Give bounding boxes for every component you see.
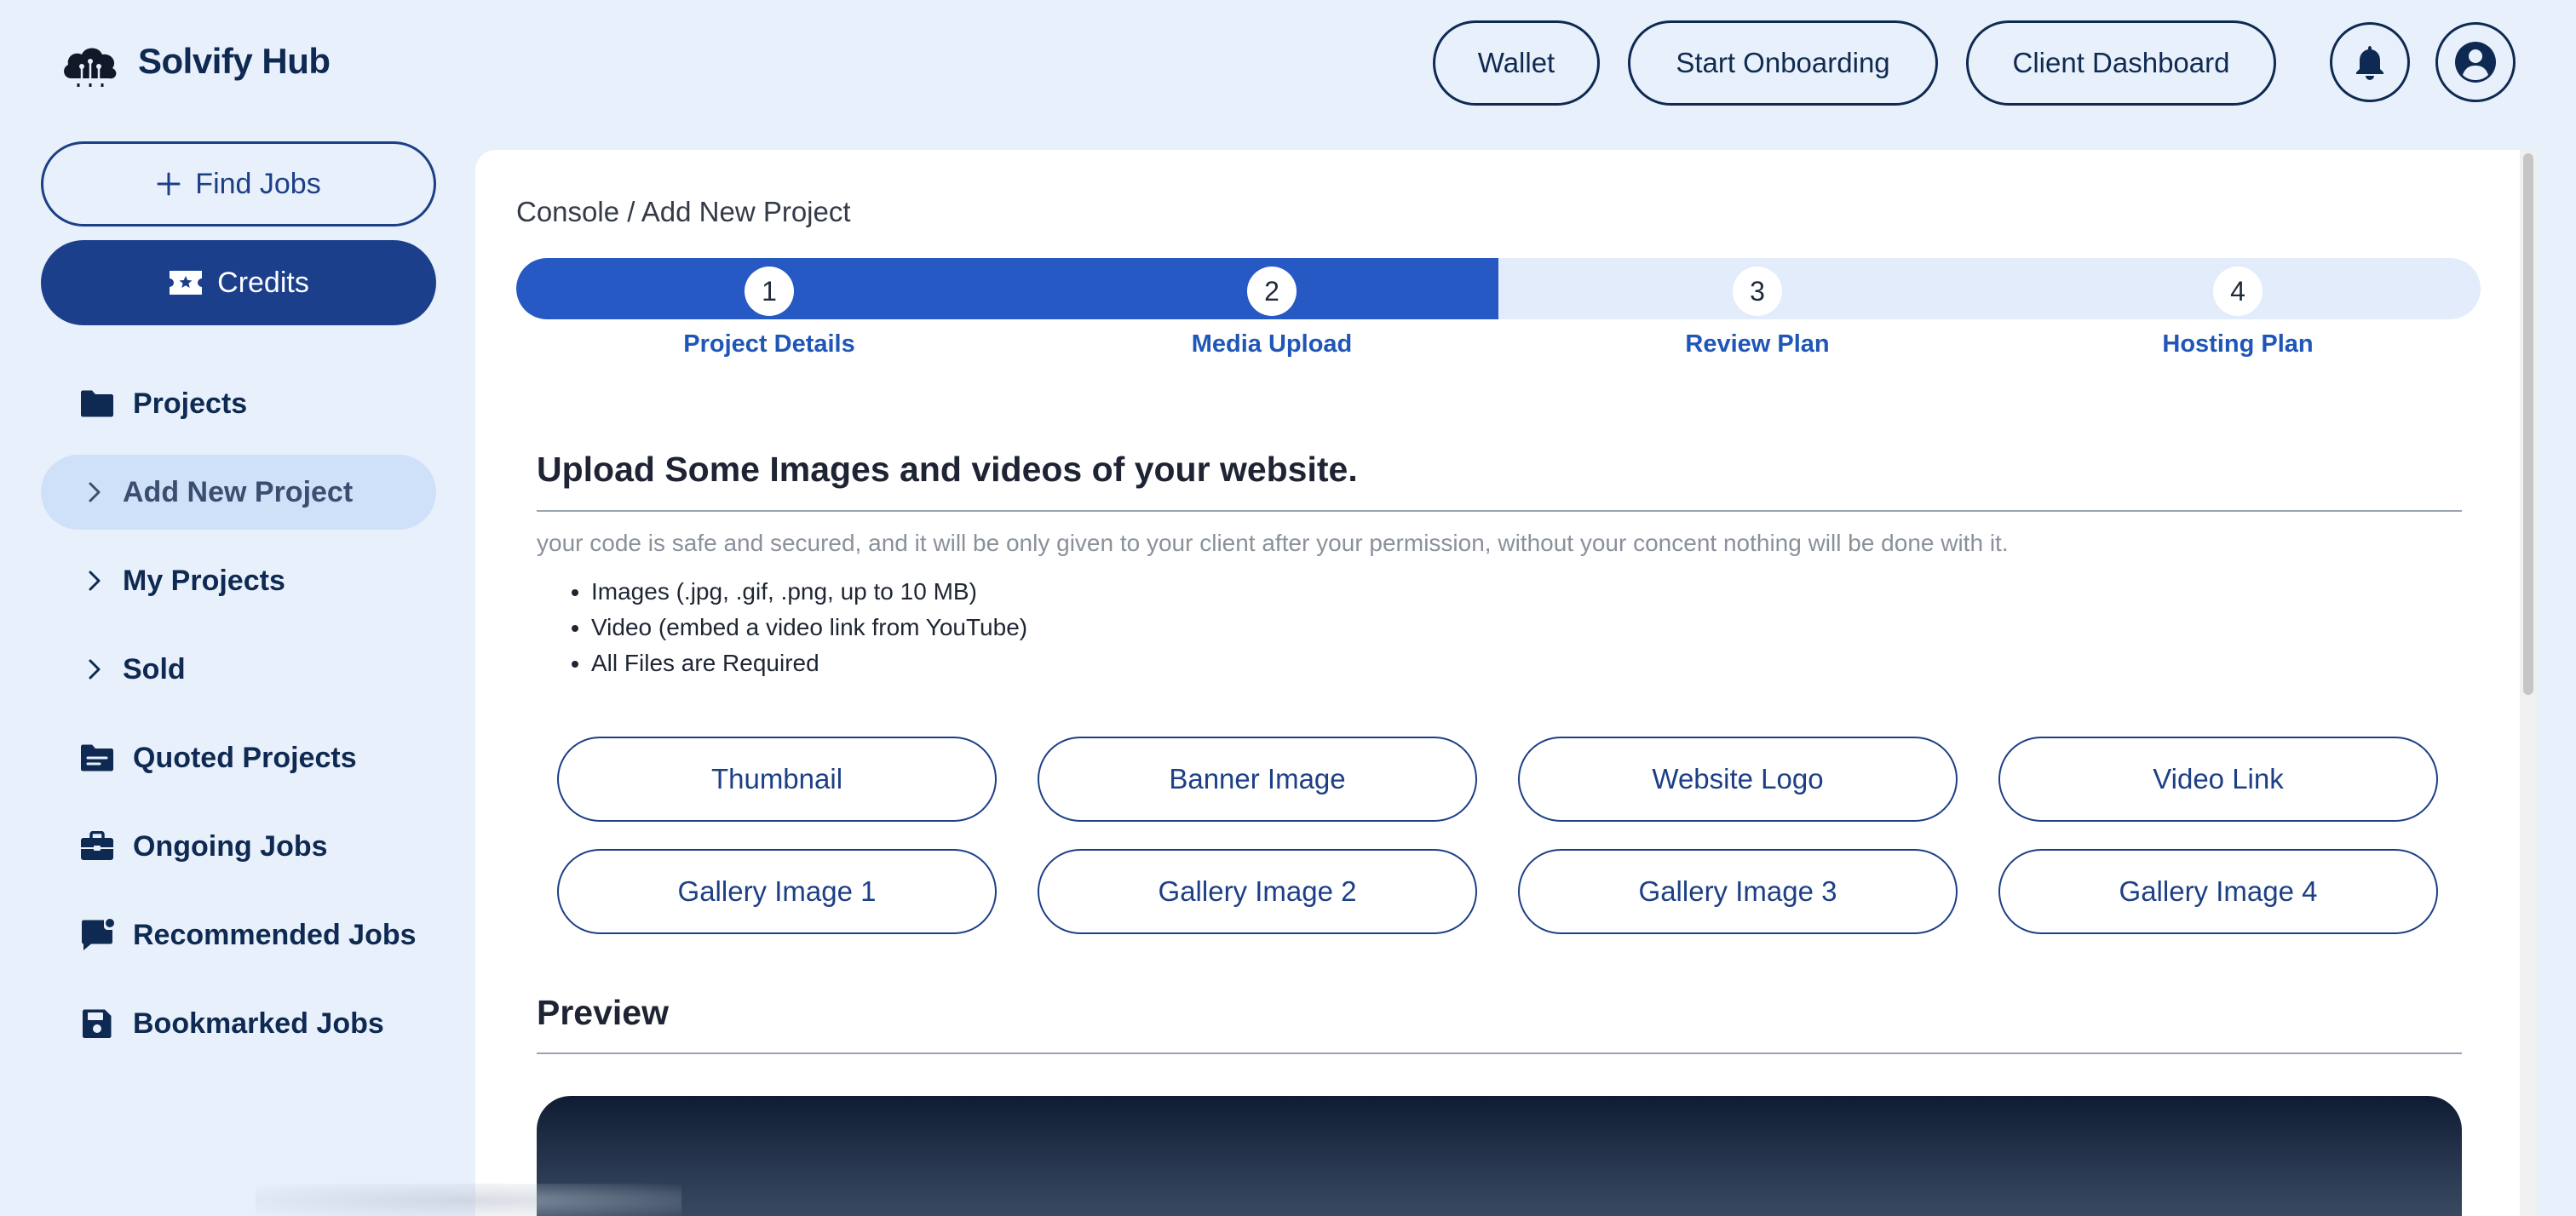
list-item: Video (embed a video link from YouTube) [591, 610, 1027, 645]
floppy-icon [78, 1007, 116, 1041]
step-4-indicator[interactable]: 4 [2213, 267, 2263, 316]
ticket-star-icon [170, 271, 203, 295]
preview-area [537, 1096, 2462, 1216]
step-2-indicator[interactable]: 2 [1247, 267, 1297, 316]
sidebar-item-add-new-project[interactable]: Add New Project [41, 455, 436, 530]
stepper-progress-fill [516, 258, 1498, 319]
video-link-button[interactable]: Video Link [1998, 737, 2438, 822]
divider [537, 1053, 2462, 1054]
sidebar-item-label: Bookmarked Jobs [133, 1007, 384, 1040]
main-panel: Console / Add New Project 1 2 3 4 Projec… [475, 150, 2537, 1216]
list-item: Images (.jpg, .gif, .png, up to 10 MB) [591, 574, 1027, 610]
wallet-button[interactable]: Wallet [1433, 20, 1600, 106]
start-onboarding-button[interactable]: Start Onboarding [1628, 20, 1938, 106]
sidebar-item-quoted-projects[interactable]: Quoted Projects [41, 720, 436, 795]
brand-name: Solvify Hub [138, 41, 331, 81]
main-scrollbar[interactable] [2520, 150, 2537, 1216]
sidebar-item-label: Quoted Projects [133, 741, 357, 774]
step-2-label: Media Upload [1191, 330, 1353, 358]
sidebar-item-my-projects[interactable]: My Projects [41, 543, 436, 618]
cloud-logo-icon [64, 48, 117, 87]
sidebar-item-sold[interactable]: Sold [41, 632, 436, 707]
banner-image-upload-button[interactable]: Banner Image [1038, 737, 1477, 822]
sidebar-item-label: Sold [123, 652, 186, 685]
client-dashboard-button[interactable]: Client Dashboard [1966, 20, 2276, 106]
gallery-image-3-upload-button[interactable]: Gallery Image 3 [1518, 849, 1958, 934]
user-circle-icon [2455, 42, 2496, 83]
brand[interactable]: Solvify Hub [60, 36, 331, 87]
credits-button[interactable]: Credits [41, 240, 436, 325]
plus-icon [157, 172, 181, 196]
upload-section-title: Upload Some Images and videos of your we… [537, 450, 1358, 489]
list-item: All Files are Required [591, 645, 1027, 681]
message-icon [78, 918, 116, 952]
security-note: your code is safe and secured, and it wi… [537, 530, 2009, 556]
sidebar-item-label: My Projects [123, 564, 285, 597]
find-jobs-button[interactable]: Find Jobs [41, 141, 436, 227]
sidebar-item-recommended-jobs[interactable]: Recommended Jobs [41, 898, 436, 972]
requirements-list: Images (.jpg, .gif, .png, up to 10 MB) V… [591, 574, 1027, 681]
step-1-indicator[interactable]: 1 [745, 267, 794, 316]
progress-stepper: 1 2 3 4 [516, 258, 2481, 319]
scrollbar-thumb[interactable] [2523, 153, 2533, 695]
divider [537, 510, 2462, 512]
sidebar-item-label: Ongoing Jobs [133, 829, 328, 863]
step-1-label: Project Details [683, 330, 855, 358]
step-4-label: Hosting Plan [2162, 330, 2314, 358]
sidebar-item-label: Recommended Jobs [133, 918, 417, 951]
step-3-label: Review Plan [1685, 330, 1830, 358]
sidebar-item-projects[interactable]: Projects [41, 366, 436, 441]
chevron-right-icon [82, 658, 107, 680]
briefcase-icon [78, 829, 116, 863]
find-jobs-label: Find Jobs [195, 167, 321, 200]
gallery-image-2-upload-button[interactable]: Gallery Image 2 [1038, 849, 1477, 934]
sidebar-item-ongoing-jobs[interactable]: Ongoing Jobs [41, 809, 436, 884]
website-logo-upload-button[interactable]: Website Logo [1518, 737, 1958, 822]
step-3-indicator[interactable]: 3 [1733, 267, 1782, 316]
credits-label: Credits [217, 266, 309, 299]
breadcrumb: Console / Add New Project [516, 196, 851, 227]
preview-title: Preview [537, 993, 669, 1032]
gallery-image-1-upload-button[interactable]: Gallery Image 1 [557, 849, 997, 934]
chevron-right-icon [82, 481, 107, 503]
sidebar-item-label: Projects [133, 387, 248, 420]
sidebar-item-bookmarked-jobs[interactable]: Bookmarked Jobs [41, 986, 436, 1061]
gallery-image-4-upload-button[interactable]: Gallery Image 4 [1998, 849, 2438, 934]
bell-icon [2356, 46, 2383, 80]
decorative-shadow [256, 1184, 681, 1216]
chevron-right-icon [82, 570, 107, 592]
top-header: Solvify Hub Wallet Start Onboarding Clie… [0, 0, 2576, 128]
user-profile-button[interactable] [2435, 22, 2516, 102]
thumbnail-upload-button[interactable]: Thumbnail [557, 737, 997, 822]
folder-icon [78, 387, 116, 421]
sidebar-item-label: Add New Project [123, 475, 354, 508]
notifications-button[interactable] [2330, 22, 2410, 102]
inbox-icon [78, 741, 116, 775]
